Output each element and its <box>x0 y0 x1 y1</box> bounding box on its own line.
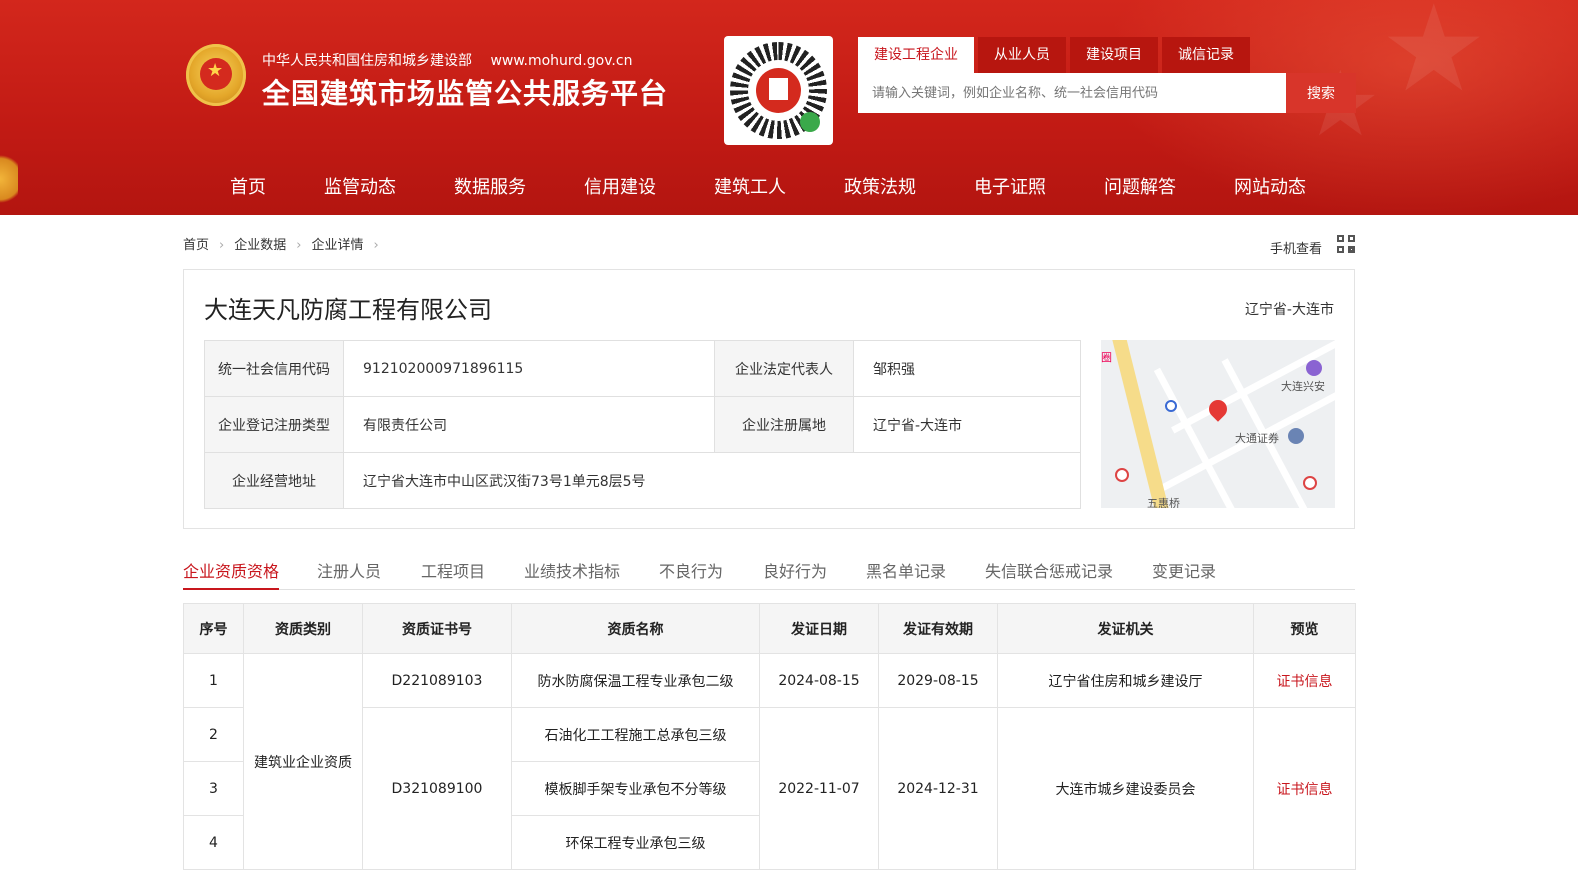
nav-item-credit[interactable]: 信用建设 <box>584 173 656 199</box>
valid-date: 2029-08-15 <box>878 653 998 708</box>
valid-date: 2024-12-31 <box>878 707 998 870</box>
row-number: 2 <box>183 707 244 762</box>
credit-code-label: 统一社会信用代码 <box>204 340 344 397</box>
col-header: 预览 <box>1253 603 1356 654</box>
site-title[interactable]: 全国建筑市场监管公共服务平台 <box>262 72 668 112</box>
tab-change-records[interactable]: 变更记录 <box>1152 558 1216 588</box>
tab-blacklist[interactable]: 黑名单记录 <box>866 558 946 588</box>
qualification-category: 建筑业企业资质 <box>243 653 363 870</box>
nav-item-policy[interactable]: 政策法规 <box>844 173 916 199</box>
tab-qualifications[interactable]: 企业资质资格 <box>183 558 280 590</box>
tab-dishonesty[interactable]: 失信联合惩戒记录 <box>985 558 1113 588</box>
search-tab-project[interactable]: 建设项目 <box>1070 37 1158 73</box>
issuing-authority: 大连市城乡建设委员会 <box>997 707 1254 870</box>
ministry-label: 中华人民共和国住房和城乡建设部 <box>262 53 472 69</box>
qualification-name: 环保工程专业承包三级 <box>511 815 760 870</box>
row-number: 1 <box>183 653 244 708</box>
breadcrumb-enterprise-detail[interactable]: 企业详情 <box>311 238 363 253</box>
detail-tabs: 企业资质资格 注册人员 工程项目 业绩技术指标 不良行为 良好行为 黑名单记录 … <box>183 558 1355 590</box>
legal-rep-value: 邹积强 <box>853 340 1081 397</box>
chevron-right-icon: › <box>296 238 302 253</box>
map-label: 五惠桥 <box>1147 497 1180 508</box>
issue-date: 2022-11-07 <box>759 707 879 870</box>
nav-item-data[interactable]: 数据服务 <box>454 173 526 199</box>
breadcrumb-home[interactable]: 首页 <box>183 238 209 253</box>
tab-performance[interactable]: 业绩技术指标 <box>524 558 620 588</box>
col-header: 序号 <box>183 603 244 654</box>
address-label: 企业经营地址 <box>204 452 344 509</box>
reg-type-label: 企业登记注册类型 <box>204 396 344 453</box>
row-number: 4 <box>183 815 244 870</box>
company-info-table: 统一社会信用代码 912102000971896115 企业法定代表人 邹积强 … <box>204 340 1081 509</box>
qualification-name: 防水防腐保温工程专业承包二级 <box>511 653 760 708</box>
qrcode-icon[interactable] <box>1337 235 1355 253</box>
issuing-authority: 辽宁省住房和城乡建设厅 <box>997 653 1254 708</box>
cert-number: D321089100 <box>362 707 512 870</box>
company-region: 辽宁省-大连市 <box>1244 302 1334 318</box>
map-metro-icon <box>1115 468 1129 482</box>
col-header: 资质证书号 <box>362 603 512 654</box>
col-header: 发证有效期 <box>878 603 998 654</box>
search-panel: 建设工程企业 从业人员 建设项目 诚信记录 搜索 <box>858 37 1356 113</box>
map-poi-icon <box>1165 400 1177 412</box>
qualification-name: 石油化工工程施工总承包三级 <box>511 707 760 762</box>
legal-rep-label: 企业法定代表人 <box>714 340 854 397</box>
chevron-right-icon: › <box>219 238 225 253</box>
map-bank-icon <box>1288 428 1304 444</box>
search-tabs: 建设工程企业 从业人员 建设项目 诚信记录 <box>858 37 1356 73</box>
company-name: 大连天凡防腐工程有限公司 <box>204 296 492 324</box>
nav-item-news[interactable]: 监管动态 <box>324 173 396 199</box>
credit-code-value: 912102000971896115 <box>343 340 715 397</box>
col-header: 资质名称 <box>511 603 760 654</box>
row-number: 3 <box>183 761 244 816</box>
ministry-url[interactable]: www.mohurd.gov.cn <box>490 53 632 69</box>
site-header: ★ ★ 中华人民共和国住房和城乡建设部 www.mohurd.gov.cn 全国… <box>0 0 1578 215</box>
main-nav: 首页 监管动态 数据服务 信用建设 建筑工人 政策法规 电子证照 问题解答 网站… <box>0 155 1578 215</box>
map-metro-icon <box>1303 476 1317 490</box>
location-map[interactable]: 大连兴安 大通证券 五惠桥 圈 <box>1101 340 1335 508</box>
cert-info-link[interactable]: 证书信息 <box>1253 707 1356 870</box>
map-label: 圈 <box>1101 351 1112 364</box>
nav-item-license[interactable]: 电子证照 <box>974 173 1046 199</box>
search-tab-enterprise[interactable]: 建设工程企业 <box>858 37 974 73</box>
search-input[interactable] <box>858 73 1286 113</box>
reg-place-value: 辽宁省-大连市 <box>853 396 1081 453</box>
search-button[interactable]: 搜索 <box>1286 73 1356 113</box>
company-info-card: 大连天凡防腐工程有限公司 辽宁省-大连市 统一社会信用代码 9121020009… <box>183 269 1355 529</box>
breadcrumb: 首页 › 企业数据 › 企业详情 › <box>183 234 389 253</box>
chevron-right-icon: › <box>373 238 379 253</box>
reg-type-value: 有限责任公司 <box>343 396 715 453</box>
miniprogram-qrcode-icon <box>724 36 833 145</box>
address-value: 辽宁省大连市中山区武汉街73号1单元8层5号 <box>343 452 1081 509</box>
search-tab-personnel[interactable]: 从业人员 <box>978 37 1066 73</box>
qualification-name: 模板脚手架专业承包不分等级 <box>511 761 760 816</box>
breadcrumb-enterprise-data[interactable]: 企业数据 <box>234 238 286 253</box>
reg-place-label: 企业注册属地 <box>714 396 854 453</box>
ministry-name: 中华人民共和国住房和城乡建设部 www.mohurd.gov.cn <box>262 50 632 70</box>
map-label: 大连兴安 <box>1281 380 1325 393</box>
map-label: 大通证券 <box>1235 432 1279 445</box>
nav-item-home[interactable]: 首页 <box>230 173 266 199</box>
nav-item-faq[interactable]: 问题解答 <box>1104 173 1176 199</box>
qualification-table: 序号 资质类别 资质证书号 资质名称 发证日期 发证有效期 发证机关 预览 1 … <box>183 603 1356 870</box>
cert-number: D221089103 <box>362 653 512 708</box>
nav-item-site-news[interactable]: 网站动态 <box>1234 173 1306 199</box>
table-row: 1 建筑业企业资质 D221089103 防水防腐保温工程专业承包二级 2024… <box>183 653 1356 870</box>
cert-info-link[interactable]: 证书信息 <box>1253 653 1356 708</box>
col-header: 资质类别 <box>243 603 363 654</box>
tab-good-behavior[interactable]: 良好行为 <box>763 558 827 588</box>
issue-date: 2024-08-15 <box>759 653 879 708</box>
table-header-row: 序号 资质类别 资质证书号 资质名称 发证日期 发证有效期 发证机关 预览 <box>183 603 1356 654</box>
tab-registered-personnel[interactable]: 注册人员 <box>317 558 381 588</box>
col-header: 发证日期 <box>759 603 879 654</box>
col-header: 发证机关 <box>997 603 1254 654</box>
tab-bad-behavior[interactable]: 不良行为 <box>659 558 723 588</box>
decor-star-icon: ★ <box>1380 0 1488 119</box>
search-tab-credit[interactable]: 诚信记录 <box>1162 37 1250 73</box>
tab-projects[interactable]: 工程项目 <box>421 558 485 588</box>
nav-item-workers[interactable]: 建筑工人 <box>714 173 786 199</box>
mobile-view-link[interactable]: 手机查看 <box>1270 238 1322 257</box>
national-emblem-icon <box>186 44 246 106</box>
map-hotel-icon <box>1306 360 1322 376</box>
